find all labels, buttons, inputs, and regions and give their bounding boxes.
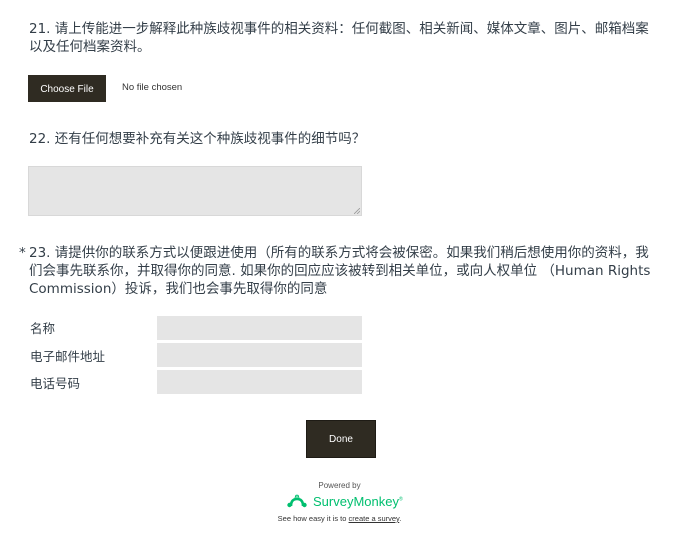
phone-input[interactable]: [157, 370, 362, 394]
powered-by-text: Powered by: [318, 481, 361, 490]
resize-handle-icon[interactable]: [354, 208, 360, 214]
done-button[interactable]: Done: [306, 420, 376, 458]
question-22-title: 22. 还有任何想要补充有关这个种族歧视事件的细节吗？: [29, 131, 366, 147]
brand-name: SurveyMonkey®: [313, 493, 403, 509]
email-input[interactable]: [157, 343, 362, 367]
see-how-text: See how easy it is to create a survey.: [277, 514, 402, 523]
question-23-text: 23. 请提供你的联系方式以便跟进使用（所有的联系方式将会被保密。如果我们稍后想…: [29, 245, 651, 297]
name-label: 名称: [30, 321, 56, 336]
details-textarea[interactable]: [28, 166, 362, 216]
question-23-title: * 23. 请提供你的联系方式以便跟进使用（所有的联系方式将会被保密。如果我们稍…: [19, 244, 659, 298]
surveymonkey-logo[interactable]: SurveyMonkey®: [287, 492, 403, 510]
email-label: 电子邮件地址: [30, 349, 106, 364]
create-survey-link[interactable]: create a survey: [349, 514, 400, 523]
name-input[interactable]: [157, 316, 362, 340]
question-21-title: 21. 请上传能进一步解释此种族歧视事件的相关资料：任何截图、相关新闻、媒体文章…: [29, 21, 649, 55]
surveymonkey-icon: [287, 494, 307, 508]
required-marker: *: [19, 245, 26, 261]
choose-file-button[interactable]: Choose File: [28, 75, 106, 102]
file-status-text: No file chosen: [122, 82, 183, 93]
phone-label: 电话号码: [30, 376, 81, 391]
